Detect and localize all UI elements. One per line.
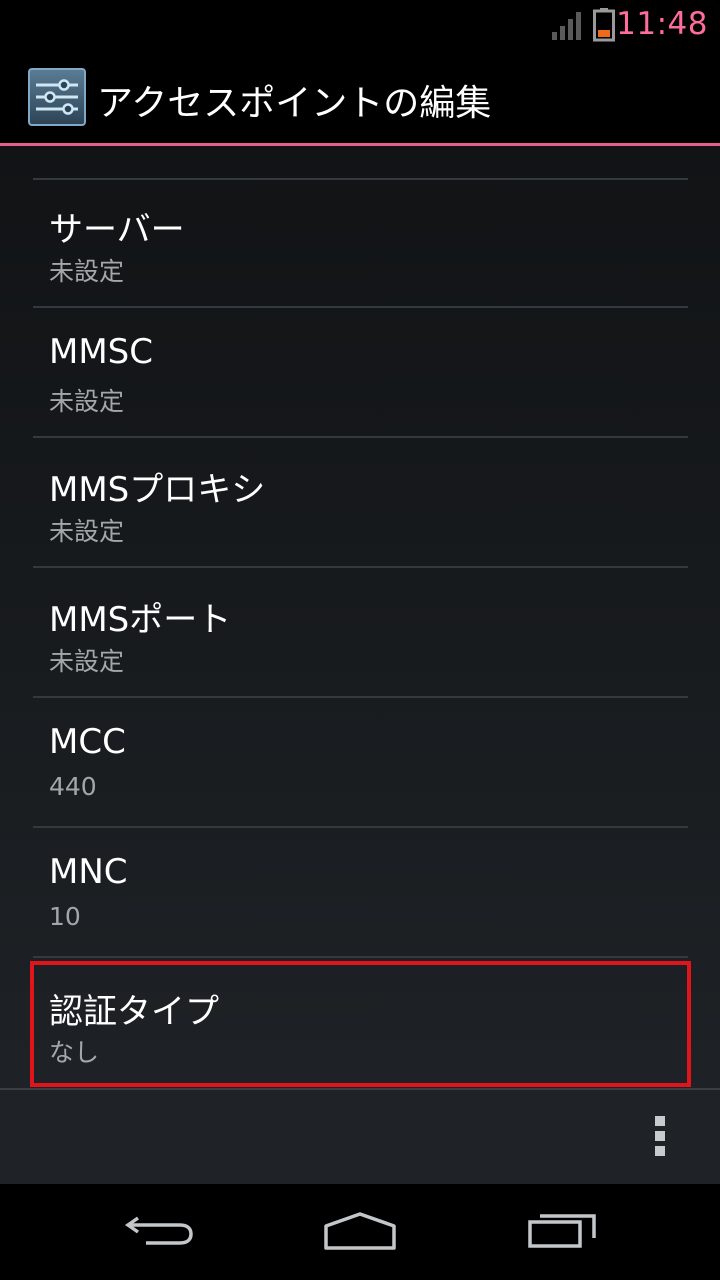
- pref-summary: 未設定: [49, 387, 125, 416]
- pref-server[interactable]: サーバー 未設定: [33, 180, 688, 308]
- pref-auth-type[interactable]: 認証タイプ なし: [30, 961, 691, 1087]
- bottom-bar: [0, 1088, 720, 1186]
- signal-icon: [552, 12, 581, 40]
- page-title: アクセスポイントの編集: [97, 83, 492, 124]
- pref-mmsc[interactable]: MMSC 未設定: [33, 310, 688, 438]
- pref-mcc[interactable]: MCC 440: [33, 700, 688, 828]
- pref-summary: 440: [49, 772, 97, 801]
- pref-title: 認証タイプ: [49, 992, 219, 1032]
- battery-icon: [593, 8, 615, 42]
- settings-sliders-icon[interactable]: [28, 68, 86, 126]
- preference-list[interactable]: サーバー 未設定 MMSC 未設定 MMSプロキシ 未設定 MMSポート 未設定…: [0, 146, 720, 1088]
- pref-summary: 10: [49, 902, 81, 931]
- navigation-bar: [0, 1184, 720, 1280]
- pref-title: サーバー: [49, 210, 185, 250]
- back-icon[interactable]: [124, 1208, 196, 1252]
- pref-mms-proxy[interactable]: MMSプロキシ 未設定: [33, 440, 688, 568]
- pref-summary: 未設定: [49, 517, 125, 546]
- pref-mnc[interactable]: MNC 10: [33, 830, 688, 958]
- recent-apps-icon[interactable]: [526, 1208, 598, 1252]
- action-bar: アクセスポイントの編集: [0, 50, 720, 146]
- pref-summary: なし: [49, 1038, 100, 1067]
- pref-mms-port[interactable]: MMSポート 未設定: [33, 570, 688, 698]
- home-icon[interactable]: [322, 1208, 398, 1252]
- overflow-menu-icon[interactable]: [648, 1116, 672, 1160]
- pref-title: MNC: [49, 852, 128, 892]
- pref-title: MMSC: [49, 332, 153, 372]
- pref-summary: 未設定: [49, 257, 125, 286]
- pref-summary: 未設定: [49, 647, 125, 676]
- pref-title: MMSプロキシ: [49, 470, 266, 510]
- pref-title: MCC: [49, 722, 126, 762]
- status-bar: 11:48: [0, 0, 720, 50]
- status-time: 11:48: [616, 6, 708, 42]
- pref-title: MMSポート: [49, 600, 232, 640]
